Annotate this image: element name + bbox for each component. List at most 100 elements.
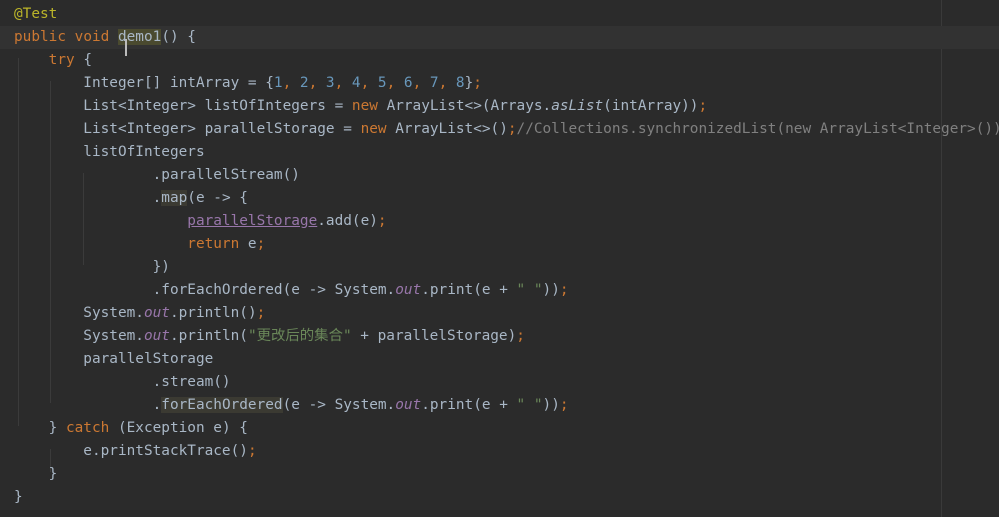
line-method-signature[interactable]: public void demo1() { [0,26,999,49]
code-token: //Collections.synchronizedList(new Array… [516,121,999,137]
code-token: ; [473,75,482,91]
code-token: }) [14,259,170,275]
line-println-empty[interactable]: System.out.println(); [0,302,999,325]
code-token: catch [65,420,110,436]
code-token: 6 [403,75,413,91]
method-map: map [161,190,188,206]
line-list-of-integers-ref[interactable]: listOfIntegers [0,141,999,164]
line-annotation[interactable]: @Test [0,3,999,26]
code-token: new [360,121,387,137]
code-token: System. [14,305,144,321]
code-token: , [386,75,404,91]
code-token: parallelStorage [14,351,214,367]
code-token: . [14,190,162,206]
code-token: Integer[] intArray = { [14,75,274,91]
code-token: ; [247,443,257,459]
code-token: public [14,29,66,45]
code-token: ; [256,236,266,252]
method-for-each-ordered: forEachOrdered [161,397,283,413]
code-token: ArrayList<>(Arrays. [377,98,552,114]
code-token: ; [698,98,708,114]
line-stream[interactable]: .stream() [0,371,999,394]
line-close-lambda[interactable]: }) [0,256,999,279]
code-token: ; [559,397,569,413]
code-token: .print(e + [421,397,517,413]
code-token: System. [14,328,144,344]
code-token: (e -> { [187,190,248,206]
line-storage-add[interactable]: parallelStorage.add(e); [0,210,999,233]
code-token: ArrayList<>() [386,121,508,137]
code-token: out [143,328,170,344]
code-token: 1 [273,75,283,91]
code-token: @Test [14,6,58,22]
code-token: )) [542,282,560,298]
code-token: .println() [169,305,257,321]
code-token: , [334,75,352,91]
code-token: { [74,52,92,68]
line-return[interactable]: return e; [0,233,999,256]
code-token: ; [559,282,569,298]
code-token: "更改后的集合" [247,328,352,344]
code-token: e.printStackTrace() [14,443,248,459]
code-token: " " [516,397,543,413]
line-try[interactable]: try { [0,49,999,72]
code-token: void [74,29,110,45]
code-token: listOfIntegers [14,144,205,160]
line-parallel-storage[interactable]: List<Integer> parallelStorage = new Arra… [0,118,999,141]
code-token: .forEachOrdered(e -> System. [14,282,396,298]
code-token: . [14,397,162,413]
code-token: } [14,420,66,436]
code-token: e [239,236,257,252]
code-token: (intArray)) [603,98,699,114]
code-token: ; [507,121,517,137]
line-parallel-stream[interactable]: .parallelStream() [0,164,999,187]
code-token: 8 [455,75,465,91]
line-for-each-ordered-1[interactable]: .forEachOrdered(e -> System.out.print(e … [0,279,999,302]
code-token: } [464,75,474,91]
code-token: .print(e + [421,282,517,298]
code-token: 3 [325,75,335,91]
line-close-method[interactable]: } [0,486,999,509]
code-token: , [282,75,300,91]
line-println-collection[interactable]: System.out.println("更改后的集合" + parallelSt… [0,325,999,348]
code-token: out [395,282,422,298]
code-token: out [143,305,170,321]
code-token: (e -> System. [282,397,396,413]
code-token: + parallelStorage) [351,328,517,344]
code-token: .stream() [14,374,231,390]
text-caret [125,39,127,56]
line-int-array[interactable]: Integer[] intArray = {1, 2, 3, 4, 5, 6, … [0,72,999,95]
code-token: ; [516,328,525,344]
code-token: asList [551,98,604,114]
line-print-stack-trace[interactable]: e.printStackTrace(); [0,440,999,463]
line-list-of-integers[interactable]: List<Integer> listOfIntegers = new Array… [0,95,999,118]
code-token: .add(e) [317,213,378,229]
code-token: List<Integer> parallelStorage = [14,121,361,137]
code-token: )) [542,397,560,413]
line-parallel-storage-ref[interactable]: parallelStorage [0,348,999,371]
code-token: , [360,75,378,91]
code-token: , [438,75,456,91]
code-token: ; [377,213,387,229]
code-token: } [14,489,23,505]
code-token: ; [256,305,266,321]
line-catch[interactable]: } catch (Exception e) { [0,417,999,440]
line-close-catch[interactable]: } [0,463,999,486]
code-token: (Exception e) { [109,420,248,436]
captured-var-parallel-storage: parallelStorage [187,213,318,229]
code-token: , [412,75,430,91]
code-token: .println( [169,328,248,344]
code-editor[interactable]: @Test public void demo1() { try { Integer… [0,0,999,517]
code-token: 7 [429,75,439,91]
code-token: return [187,236,240,252]
line-map[interactable]: .map(e -> { [0,187,999,210]
line-for-each-ordered-2[interactable]: .forEachOrdered(e -> System.out.print(e … [0,394,999,417]
code-token: 2 [299,75,309,91]
code-token: try [48,52,75,68]
code-token: , [308,75,326,91]
code-token: List<Integer> listOfIntegers = [14,98,352,114]
